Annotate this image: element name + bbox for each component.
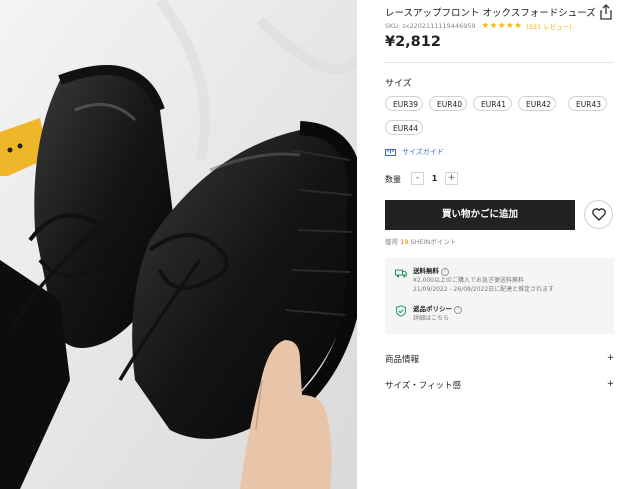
divider	[385, 62, 614, 63]
size-option-eur41[interactable]: EUR41	[473, 96, 512, 111]
quantity-value[interactable]: 1	[424, 174, 445, 183]
free-shipping-line1: ¥2,000以上のご購入でお急ぎ便送料無料	[413, 277, 524, 284]
ruler-icon	[385, 148, 396, 156]
accordion-product-info[interactable]: 商品情報 +	[385, 353, 614, 365]
return-policy-link[interactable]: 詳細はこちら	[413, 314, 462, 323]
free-shipping-title: 送料無料	[413, 267, 439, 275]
size-guide-label: サイズガイド	[402, 148, 444, 156]
quantity-stepper: - 1 +	[411, 172, 458, 185]
return-policy-title: 返品ポリシー	[413, 305, 452, 313]
size-option-eur42[interactable]: EUR42	[518, 96, 556, 111]
wishlist-button[interactable]	[584, 200, 613, 229]
size-option-eur40[interactable]: EUR40	[429, 96, 467, 111]
product-price: ¥2,812	[385, 34, 441, 50]
share-icon[interactable]	[599, 4, 613, 20]
size-option-eur43[interactable]: EUR43	[568, 96, 607, 111]
star-rating: ★★★★★	[481, 21, 523, 31]
expand-icon[interactable]: +	[607, 379, 614, 391]
free-shipping-line2: 21/09/2022 - 26/09/2022日に配達と推定されます	[413, 286, 555, 293]
accordion-size-fit-label: サイズ・フィット感	[385, 381, 462, 391]
return-policy-item: 返品ポリシー? 詳細はこちら	[395, 305, 462, 323]
accordion-product-info-label: 商品情報	[385, 355, 420, 365]
product-title: レースアップフロント オックスフォードシューズ	[385, 8, 596, 19]
points-info: 獲得 19 SHEINポイント	[385, 236, 456, 246]
size-option-eur39[interactable]: EUR39	[385, 96, 423, 111]
size-option-eur44[interactable]: EUR44	[385, 120, 423, 135]
question-icon[interactable]: ?	[441, 267, 449, 276]
size-guide-link[interactable]: サイズガイド	[385, 147, 444, 157]
size-label: サイズ	[385, 79, 412, 89]
question-icon[interactable]: ?	[454, 305, 462, 314]
shield-icon	[396, 305, 406, 317]
quantity-decrease-button[interactable]: -	[411, 172, 424, 185]
accordion-size-fit[interactable]: サイズ・フィット感 +	[385, 379, 614, 391]
sku-text: SKU: sx2202111119446959	[385, 22, 476, 30]
sku-rating-row: SKU: sx2202111119446959 ★★★★★ (331 レビュー)	[385, 21, 572, 31]
expand-icon[interactable]: +	[607, 353, 614, 365]
quantity-label: 数量	[385, 175, 401, 184]
points-prefix: 獲得	[385, 238, 398, 246]
shipping-info-box: 送料無料? ¥2,000以上のご購入でお急ぎ便送料無料 21/09/2022 -…	[385, 258, 614, 334]
product-image[interactable]	[0, 0, 357, 489]
reviews-link[interactable]: (331 レビュー)	[526, 21, 572, 31]
quantity-increase-button[interactable]: +	[445, 172, 458, 185]
add-to-cart-button[interactable]: 買い物かごに追加	[385, 200, 575, 230]
points-suffix: SHEINポイント	[410, 238, 457, 246]
points-value: 19	[400, 238, 409, 246]
heart-icon	[591, 208, 606, 221]
truck-icon	[395, 269, 407, 278]
free-shipping-item: 送料無料? ¥2,000以上のご購入でお急ぎ便送料無料 21/09/2022 -…	[395, 267, 554, 294]
